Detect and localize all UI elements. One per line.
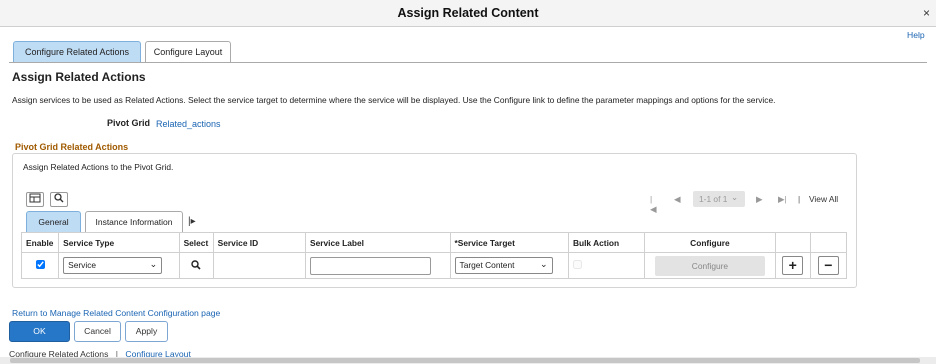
grid-search-icon[interactable]	[50, 192, 68, 207]
service-label-input[interactable]	[310, 256, 431, 275]
service-target-select[interactable]: Target Content ⌄	[454, 257, 553, 274]
ok-button[interactable]: OK	[9, 321, 70, 342]
tab-configure-layout[interactable]: Configure Layout	[145, 41, 231, 62]
dialog-title: Assign Related Content	[397, 6, 539, 20]
tab-configure-related-actions[interactable]: Configure Related Actions	[13, 41, 141, 62]
close-icon[interactable]: ×	[923, 6, 930, 20]
enable-checkbox[interactable]	[35, 260, 45, 269]
page-range-text: 1-1 of 1	[699, 194, 728, 204]
dialog-titlebar: Assign Related Content ×	[0, 0, 936, 27]
col-bulk-action: Bulk Action	[567, 232, 646, 253]
col-select: Select	[178, 232, 214, 253]
service-id-cell	[212, 252, 307, 279]
horizontal-scrollbar[interactable]	[0, 357, 936, 364]
view-all-link[interactable]: View All	[809, 194, 838, 204]
pager-separator: |	[798, 194, 801, 204]
prev-page-icon[interactable]: ◀	[674, 194, 680, 204]
pivot-grid-label: Pivot Grid	[107, 118, 151, 128]
chevron-down-icon: ⌄	[149, 259, 158, 269]
service-lookup-icon[interactable]	[191, 259, 201, 270]
first-page-icon[interactable]: |◀	[650, 194, 656, 214]
chevron-down-icon: ⌄	[539, 259, 548, 269]
tab-general[interactable]: General	[26, 211, 81, 233]
show-all-columns-icon[interactable]: |▸	[188, 216, 196, 227]
configure-button[interactable]: Configure	[655, 255, 765, 276]
related-actions-grid: Enable Service Type Select Service ID Se…	[20, 232, 848, 279]
apply-button[interactable]: Apply	[125, 321, 168, 342]
col-service-target: *Service Target	[449, 232, 569, 253]
grid-header-row: Enable Service Type Select Service ID Se…	[20, 232, 848, 253]
col-remove	[809, 232, 848, 253]
service-type-value: Service	[68, 260, 97, 270]
service-target-value: Target Content	[459, 260, 515, 270]
col-enable: Enable	[20, 232, 60, 253]
cancel-button[interactable]: Cancel	[74, 321, 121, 342]
col-add	[774, 232, 811, 253]
chevron-down-icon: ⌄	[731, 192, 739, 202]
grid-personalize-icon[interactable]	[26, 192, 44, 207]
col-configure: Configure	[644, 232, 776, 253]
pivot-grid-link[interactable]: Related_actions	[156, 119, 221, 129]
section-subtitle: Assign Related Actions to the Pivot Grid…	[23, 162, 174, 172]
tab-instance-information[interactable]: Instance Information	[85, 211, 183, 233]
last-page-icon[interactable]: ▶|	[778, 194, 787, 204]
return-link[interactable]: Return to Manage Related Content Configu…	[12, 308, 220, 318]
help-link[interactable]: Help	[907, 30, 925, 40]
service-type-select[interactable]: Service ⌄	[63, 257, 163, 274]
add-row-button[interactable]: +	[782, 256, 804, 275]
page-title: Assign Related Actions	[12, 70, 146, 84]
col-service-id: Service ID	[212, 232, 307, 253]
tab-divider	[9, 62, 927, 63]
col-service-type: Service Type	[58, 232, 180, 253]
page-description: Assign services to be used as Related Ac…	[12, 95, 776, 105]
bulk-action-checkbox[interactable]	[572, 260, 582, 269]
scrollbar-thumb[interactable]	[10, 358, 920, 363]
page-range-select[interactable]: 1-1 of 1 ⌄	[693, 191, 745, 207]
section-title: Pivot Grid Related Actions	[15, 142, 129, 152]
table-row: Service ⌄ Target Content ⌄ Configure + −	[20, 252, 848, 279]
delete-row-button[interactable]: −	[817, 256, 839, 275]
next-page-icon[interactable]: ▶	[756, 194, 762, 204]
col-service-label: Service Label	[305, 232, 451, 253]
